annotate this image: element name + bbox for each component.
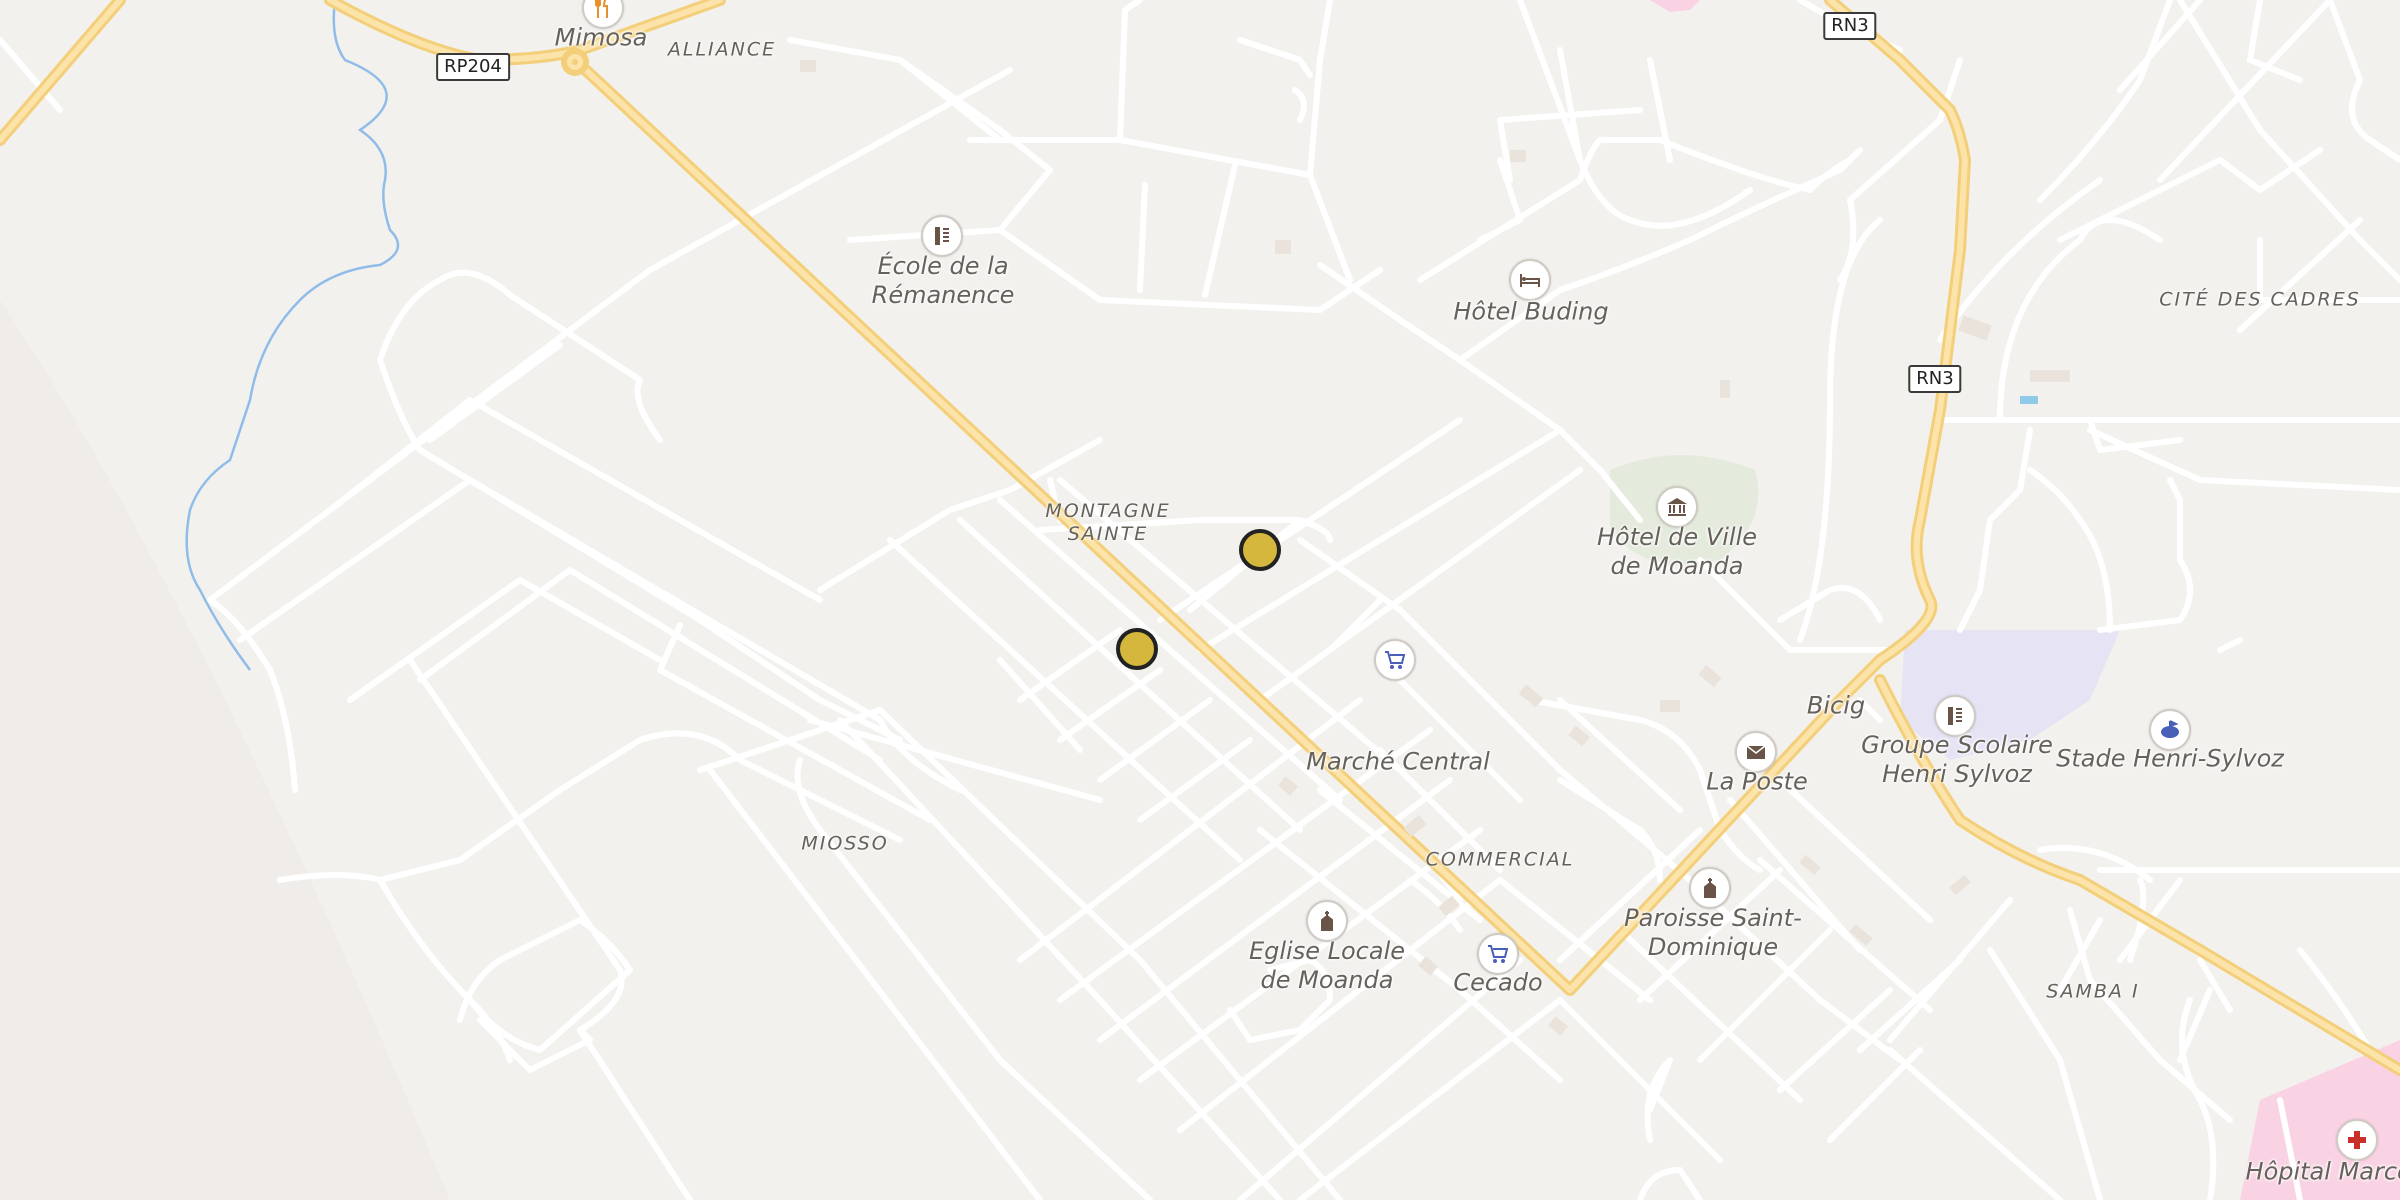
map-base-layer [0,0,2400,1200]
primary-roads [0,0,2400,1076]
poi-label-hotel-de-ville: Hôtel de Ville de Moanda [1596,523,1758,580]
district-label-miosso: MIOSSO [801,832,889,855]
poi-label-ecole: École de la Rémanence [871,252,1015,309]
district-label-samba-i: SAMBA I [2046,980,2140,1003]
poi-label-hopital: Hôpital Marcel [2245,1157,2400,1186]
route-shield-rn3: RN3 [1823,12,1877,40]
river [185,0,400,671]
route-shield-rp204: RP204 [436,53,510,81]
poi-label-bicig: Bicig [1806,691,1866,720]
district-label-cite-des-cadres: CITÉ DES CADRES [2159,288,2361,311]
poi-label-paroisse: Paroisse Saint- Dominique [1624,904,1802,961]
poi-label-mimosa: Mimosa [554,23,648,52]
poi-label-la-poste: La Poste [1706,767,1808,796]
poi-label-cecado: Cecado [1453,968,1543,997]
district-label-commercial: COMMERCIAL [1425,848,1575,871]
poi-label-hotel-buding: Hôtel Buding [1453,297,1609,326]
poi-label-eglise: Eglise Locale de Moanda [1248,937,1406,994]
church-icon[interactable] [1306,900,1348,942]
hotel-icon[interactable] [1509,259,1551,301]
location-marker-icon[interactable] [1116,628,1158,670]
route-shield-rn3: RN3 [1908,365,1962,393]
location-marker-icon[interactable] [1239,529,1281,571]
church-icon[interactable] [1689,867,1731,909]
town-hall-icon[interactable] [1656,486,1698,528]
school-icon[interactable] [921,215,963,257]
poi-label-marche-central: Marché Central [1306,747,1490,776]
district-label-montagne-sainte: MONTAGNE SAINTE [1045,500,1171,545]
map-canvas[interactable]: RP204 RN3 RN3 ALLIANCE MONTAGNE SAINTE C… [0,0,2400,1200]
poi-label-groupe-scolaire: Groupe Scolaire Henri Sylvoz [1861,731,2053,788]
hospital-icon[interactable] [2336,1119,2378,1161]
district-label-alliance: ALLIANCE [667,38,777,61]
poi-label-stade: Stade Henri-Sylvoz [2056,744,2284,773]
marche-central-cart-icon[interactable] [1374,639,1416,681]
